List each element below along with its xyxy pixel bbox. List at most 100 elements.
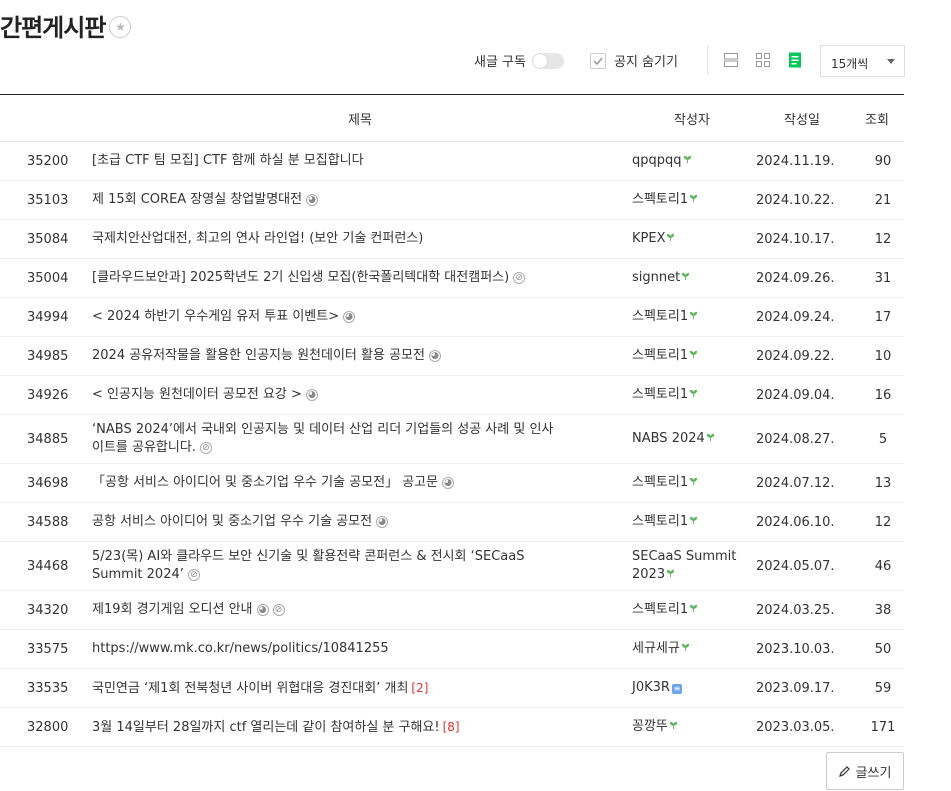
write-post-button[interactable]: 글쓰기	[826, 752, 904, 790]
article-date: 2024.09.26.	[754, 258, 850, 298]
board-header: 간편게시판 ★	[0, 8, 132, 43]
header-author: 작성자	[674, 112, 710, 128]
article-title-line: Summit 2024’	[92, 567, 184, 582]
article-title-link[interactable]: 5/23(목) AI와 클라우드 보안 신기술 및 활용전략 콘퍼런스 & 전시…	[92, 549, 524, 582]
author-name[interactable]: 스펙토리1	[632, 192, 688, 207]
member-level-icon	[682, 272, 690, 281]
board-title: 간편게시판	[0, 14, 106, 42]
header-title: 제목	[348, 112, 372, 128]
notice-hide-checkbox[interactable]	[590, 52, 606, 69]
article-title-link[interactable]: 제 15회 COREA 장영실 창업발명대전	[92, 192, 302, 207]
table-row[interactable]: 34588 공항 서비스 아이디어 및 중소기업 우수 기술 공모전 ◕ 스펙토리…	[0, 502, 904, 542]
star-icon[interactable]: ★	[109, 15, 132, 38]
page-size-select[interactable]: 15개씩	[820, 45, 905, 77]
author-name[interactable]: J0K3R	[632, 680, 670, 695]
author-name[interactable]: SECaaS Summit 2023	[632, 549, 736, 582]
author-name[interactable]: 스펙토리1	[632, 387, 688, 402]
table-row[interactable]: 33575 https://www.mk.co.kr/news/politics…	[0, 629, 904, 669]
author-name[interactable]: 스펙토리1	[632, 309, 688, 324]
author-name[interactable]: KPEX	[632, 231, 665, 246]
author-name-line: 2023	[632, 567, 666, 582]
article-title-link[interactable]: https://www.mk.co.kr/news/politics/10841…	[92, 641, 389, 656]
article-number: 34994	[0, 297, 90, 337]
author-name[interactable]: qpqpqq	[632, 153, 682, 168]
table-row[interactable]: 35004 [클라우드보안과] 2025학년도 2기 신입생 모집(한국폴리텍대…	[0, 258, 904, 298]
table-row[interactable]: 32800 3월 14일부터 28일까지 ctf 열리는데 같이 참여하실 분 …	[0, 707, 904, 747]
header-date: 작성일	[784, 112, 820, 128]
article-number: 35200	[0, 141, 90, 181]
article-number: 33535	[0, 668, 90, 708]
article-views: 10	[850, 336, 904, 376]
article-title-link[interactable]: 3월 14일부터 28일까지 ctf 열리는데 같이 참여하실 분 구해요!	[92, 720, 440, 735]
table-row[interactable]: 34994 < 2024 하반기 우수게임 유저 투표 이벤트> ◕ 스펙토리1 …	[0, 297, 904, 337]
article-title-link[interactable]: ‘NABS 2024’에서 국내외 인공지능 및 데이터 산업 리더 기업들의 …	[92, 422, 553, 455]
toolbar-divider	[707, 45, 708, 75]
author-name[interactable]: 스펙토리1	[632, 514, 688, 529]
notice-hide-option[interactable]: 공지 숨기기	[590, 51, 678, 70]
article-date: 2024.10.17.	[754, 219, 850, 259]
table-row[interactable]: 35200 [초급 CTF 팀 모집] CTF 함께 하실 분 모집합니다 qp…	[0, 141, 904, 181]
member-level-icon	[690, 516, 698, 525]
article-views: 17	[850, 297, 904, 337]
member-level-icon	[706, 433, 714, 442]
table-row[interactable]: 34468 5/23(목) AI와 클라우드 보안 신기술 및 활용전략 콘퍼런…	[0, 541, 904, 591]
author-name[interactable]: 세규세규	[632, 641, 680, 656]
table-row[interactable]: 35103 제 15회 COREA 장영실 창업발명대전 ◕ 스펙토리1 2024…	[0, 180, 904, 220]
article-date: 2024.05.07.	[754, 541, 850, 591]
author-name[interactable]: 스펙토리1	[632, 602, 688, 617]
article-views: 31	[850, 258, 904, 298]
author-name[interactable]: NABS 2024	[632, 431, 705, 446]
article-title-line: 5/23(목) AI와 클라우드 보안 신기술 및 활용전략 콘퍼런스 & 전시…	[92, 549, 525, 564]
new-post-subscribe[interactable]: 새글 구독	[474, 51, 564, 70]
article-number: 34985	[0, 336, 90, 376]
attachment-icon: ⊘	[199, 442, 212, 454]
article-number: 34926	[0, 375, 90, 415]
pencil-icon	[838, 766, 850, 777]
article-title-link[interactable]: [클라우드보안과] 2025학년도 2기 신입생 모집(한국폴리텍대학 대전캠퍼…	[92, 270, 509, 285]
table-row[interactable]: 34985 2024 공유저작물을 활용한 인공지능 원천데이터 활용 공모전 ◕…	[0, 336, 904, 376]
article-title-link[interactable]: 국제치안산업대전, 최고의 연사 라인업! (보안 기술 컨퍼런스)	[92, 231, 423, 246]
table-row[interactable]: 35084 국제치안산업대전, 최고의 연사 라인업! (보안 기술 컨퍼런스)…	[0, 219, 904, 259]
manager-badge-icon: ≡	[671, 684, 682, 694]
article-title-link[interactable]: 「공항 서비스 아이디어 및 중소기업 우수 기술 공모전」 공고문	[92, 475, 438, 490]
article-views: 16	[850, 375, 904, 415]
article-views: 12	[850, 219, 904, 259]
member-level-icon	[681, 643, 689, 652]
author-name[interactable]: 꽁깡뚜	[632, 719, 668, 734]
author-name[interactable]: signnet	[632, 270, 680, 285]
article-title-line: 이트를 공유합니다.	[92, 440, 196, 455]
author-name[interactable]: 스펙토리1	[632, 475, 688, 490]
table-row[interactable]: 34926 < 인공지능 원천데이터 공모전 요강 > ◕ 스펙토리1 2024.…	[0, 375, 904, 415]
image-icon: ◕	[256, 604, 269, 616]
comment-count[interactable]: [2]	[411, 681, 428, 695]
article-title-link[interactable]: [초급 CTF 팀 모집] CTF 함께 하실 분 모집합니다	[92, 153, 364, 168]
article-date: 2023.09.17.	[754, 668, 850, 708]
article-title-link[interactable]: 2024 공유저작물을 활용한 인공지능 원천데이터 활용 공모전	[92, 348, 425, 363]
table-row[interactable]: 34885 ‘NABS 2024’에서 국내외 인공지능 및 데이터 산업 리더…	[0, 414, 904, 464]
article-date: 2024.11.19.	[754, 141, 850, 181]
article-title-link[interactable]: < 인공지능 원천데이터 공모전 요강 >	[92, 387, 302, 402]
article-number: 35084	[0, 219, 90, 259]
author-name[interactable]: 스펙토리1	[632, 348, 688, 363]
article-title-link[interactable]: 국민연금 ‘제1회 전북청년 사이버 위협대응 경진대회’ 개최	[92, 681, 408, 696]
article-title-link[interactable]: 공항 서비스 아이디어 및 중소기업 우수 기술 공모전	[92, 514, 372, 529]
album-view-icon[interactable]	[755, 52, 771, 68]
write-button-label: 글쓰기	[855, 765, 892, 781]
author-name-line: SECaaS Summit	[632, 549, 737, 564]
table-row[interactable]: 34320 제19회 경기게임 오디션 안내 ◕ ⊘ 스펙토리1 2024.03.2…	[0, 590, 904, 630]
member-level-icon	[683, 155, 691, 164]
article-title-link[interactable]: 제19회 경기게임 오디션 안내	[92, 602, 253, 617]
list-toolbar: 새글 구독 공지 숨기기 15개씩	[0, 45, 905, 77]
comment-count[interactable]: [8]	[443, 720, 460, 734]
list-view-icon[interactable]	[787, 52, 803, 68]
article-title-link[interactable]: < 2024 하반기 우수게임 유저 투표 이벤트>	[92, 309, 339, 324]
article-table: 제목 작성자 작성일 조회 35200 [초급 CTF 팀 모집] CTF 함께…	[0, 94, 904, 747]
subscribe-label: 새글 구독	[474, 55, 526, 70]
subscribe-toggle[interactable]	[531, 52, 564, 69]
table-row[interactable]: 33535 국민연금 ‘제1회 전북청년 사이버 위협대응 경진대회’ 개최 [2…	[0, 668, 904, 708]
table-row[interactable]: 34698 「공항 서비스 아이디어 및 중소기업 우수 기술 공모전」 공고문…	[0, 463, 904, 503]
article-views: 171	[850, 707, 904, 747]
card-view-icon[interactable]	[723, 52, 739, 68]
article-views: 12	[850, 502, 904, 542]
article-number: 34885	[0, 414, 90, 464]
